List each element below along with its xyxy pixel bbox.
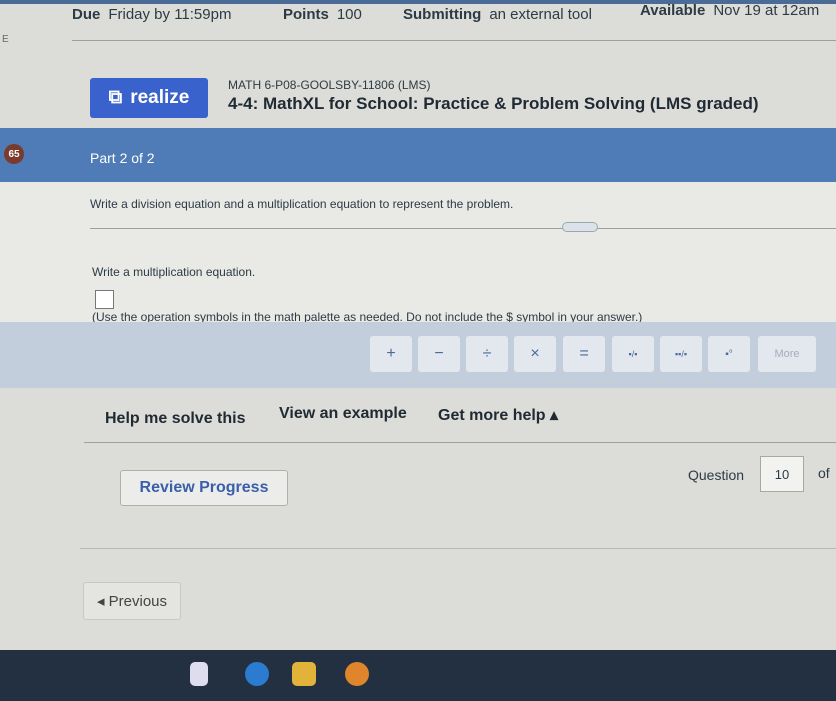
taskbar bbox=[0, 650, 836, 701]
realize-label: realize bbox=[130, 87, 190, 108]
submitting-label: Submitting bbox=[403, 6, 482, 23]
plus-button[interactable]: + bbox=[370, 336, 412, 372]
divide-button[interactable]: ÷ bbox=[466, 336, 508, 372]
answer-input[interactable] bbox=[95, 290, 114, 309]
task-view-icon[interactable] bbox=[190, 662, 208, 686]
points-info: Points 100 bbox=[283, 6, 362, 23]
points-label: Points bbox=[283, 6, 329, 23]
previous-button[interactable]: ◂ Previous bbox=[83, 582, 181, 620]
due-label: Due bbox=[72, 6, 101, 23]
exponent-button[interactable]: ▪° bbox=[708, 336, 750, 372]
available-info: Available Nov 19 at 12am bbox=[640, 2, 819, 19]
expand-handle[interactable] bbox=[562, 222, 598, 232]
realize-launch-button[interactable]: ⧉ realize bbox=[90, 78, 208, 118]
part-band: 65 Part 2 of 2 bbox=[0, 128, 836, 182]
more-button[interactable]: More bbox=[758, 336, 816, 372]
assignment-title: 4-4: MathXL for School: Practice & Probl… bbox=[228, 94, 759, 113]
due-info: Due Friday by 11:59pm bbox=[72, 6, 231, 23]
of-label: of bbox=[818, 465, 830, 481]
divider bbox=[84, 442, 836, 443]
side-text: E bbox=[2, 34, 9, 45]
review-progress-button[interactable]: Review Progress bbox=[120, 470, 288, 506]
math-palette: + − ÷ × = ▪/▪ ▪▪/▪ ▪° More bbox=[0, 322, 836, 388]
divider bbox=[72, 40, 836, 41]
question-label: Question bbox=[688, 467, 745, 483]
submitting-info: Submitting an external tool bbox=[403, 6, 592, 23]
equals-button[interactable]: = bbox=[563, 336, 605, 372]
mixed-number-button[interactable]: ▪▪/▪ bbox=[660, 336, 702, 372]
view-example-link[interactable]: View an example bbox=[279, 405, 407, 423]
help-me-solve-link[interactable]: Help me solve this bbox=[105, 410, 246, 428]
notification-badge: 65 bbox=[4, 144, 24, 164]
minus-button[interactable]: − bbox=[418, 336, 460, 372]
instruction-text: Write a division equation and a multipli… bbox=[90, 197, 514, 211]
question-number-input[interactable]: 10 bbox=[760, 456, 804, 492]
due-value: Friday by 11:59pm bbox=[108, 6, 232, 23]
available-label: Available bbox=[640, 2, 706, 19]
fraction-button[interactable]: ▪/▪ bbox=[612, 336, 654, 372]
part-indicator: Part 2 of 2 bbox=[90, 150, 155, 166]
divider bbox=[80, 548, 836, 549]
available-value: Nov 19 at 12am bbox=[713, 2, 820, 19]
prompt-text: Write a multiplication equation. bbox=[92, 265, 256, 279]
get-more-help-link[interactable]: Get more help ▴ bbox=[438, 405, 558, 425]
course-code: MATH 6-P08-GOOLSBY-11806 (LMS) bbox=[228, 78, 431, 92]
chrome-browser-icon[interactable] bbox=[345, 662, 369, 686]
question-panel: Write a division equation and a multipli… bbox=[0, 182, 836, 324]
points-value: 100 bbox=[336, 6, 362, 23]
file-explorer-icon[interactable] bbox=[292, 662, 316, 686]
times-button[interactable]: × bbox=[514, 336, 556, 372]
edge-browser-icon[interactable] bbox=[245, 662, 269, 686]
external-link-icon: ⧉ bbox=[108, 87, 123, 108]
divider bbox=[90, 228, 836, 229]
submitting-value: an external tool bbox=[489, 6, 592, 23]
